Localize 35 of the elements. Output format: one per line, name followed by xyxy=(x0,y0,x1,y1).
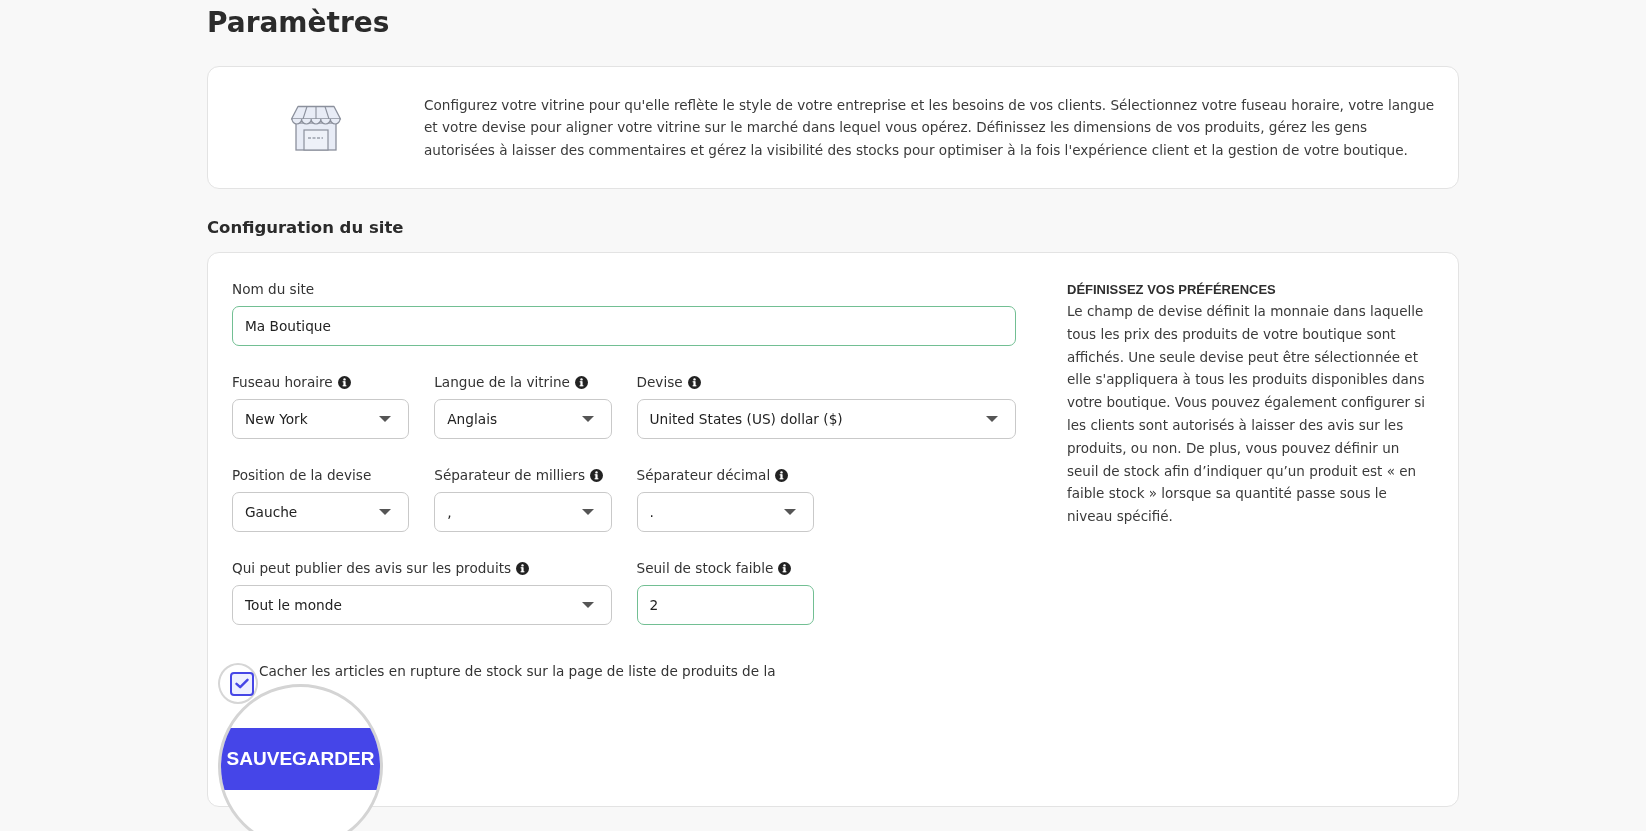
page-title: Paramètres xyxy=(207,5,390,41)
help-heading: DÉFINISSEZ VOS PRÉFÉRENCES xyxy=(1067,281,1276,299)
checkbox[interactable] xyxy=(230,671,254,696)
input-field[interactable]: Ma Boutique xyxy=(232,306,1016,346)
field-label: Seuil de stock faible xyxy=(636,559,774,578)
caret-icon xyxy=(581,602,594,608)
field-label: Fuseau horaire xyxy=(232,373,333,392)
checkbox-label: Cacher les articles en rupture de stock sur la page de liste de produits de la xyxy=(259,662,776,681)
field-label: Séparateur décimal xyxy=(636,466,771,485)
field-label: Qui peut publier des avis sur les produits xyxy=(232,559,512,578)
field-label: Nom du site xyxy=(232,280,315,299)
dropdown[interactable]: New York xyxy=(232,399,410,439)
storefront-icon xyxy=(290,104,342,151)
dropdown[interactable]: Tout le monde xyxy=(232,585,612,625)
check-icon xyxy=(235,678,249,689)
field-label: Position de la devise xyxy=(232,466,372,485)
dropdown[interactable]: Gauche xyxy=(232,492,410,532)
input-field[interactable]: 2 xyxy=(636,585,814,625)
dropdown[interactable]: Anglais xyxy=(434,399,612,439)
dropdown[interactable]: United States (US) dollar ($) xyxy=(636,399,1016,439)
help-text: Le champ de devise définit la monnaie dans laquelle tous les prix des produits de votre boutique sont affichés. Une seule devise peut être sélectionnée et elle s'appliquera à tous les produits disponibles dans votre boutique. Vous pouvez également configurer si les clients sont autorisés à laisser des avis sur les produits, ou non. De plus, vous pouvez définir un seuil de stock afin d’indiquer qu’un produit est « en faible stock » lorsque sa quantité passe sous le niveau spécifié. xyxy=(1067,302,1427,527)
dropdown[interactable]: . xyxy=(636,492,814,532)
caret-icon xyxy=(581,416,594,422)
dropdown[interactable]: , xyxy=(434,492,612,532)
field-label: Devise xyxy=(636,373,683,392)
caret-icon xyxy=(986,416,998,422)
intro-text: Configurez votre vitrine pour qu'elle reflète le style de votre entreprise et les besoins de vos clients. Sélectionnez votre fuseau horaire, votre langue et votre devise pour aligner votre vitrine sur le marché dans lequel vous opérez. Définissez les dimensions de vos produits, gérez les gens autorisées à laisser des commentaires et gérez la visibilité des stocks pour optimiser à la fois l'expérience client et la gestion de votre boutique. xyxy=(424,95,1436,160)
section-title: Configuration du site xyxy=(207,217,404,239)
caret-icon xyxy=(379,509,392,515)
caret-icon xyxy=(379,416,392,422)
field-label: Séparateur de milliers xyxy=(434,466,586,485)
save-button[interactable]: SAUVEGARDER xyxy=(221,728,380,790)
field-label: Langue de la vitrine xyxy=(434,373,570,392)
caret-icon xyxy=(581,509,594,515)
caret-icon xyxy=(783,509,796,515)
